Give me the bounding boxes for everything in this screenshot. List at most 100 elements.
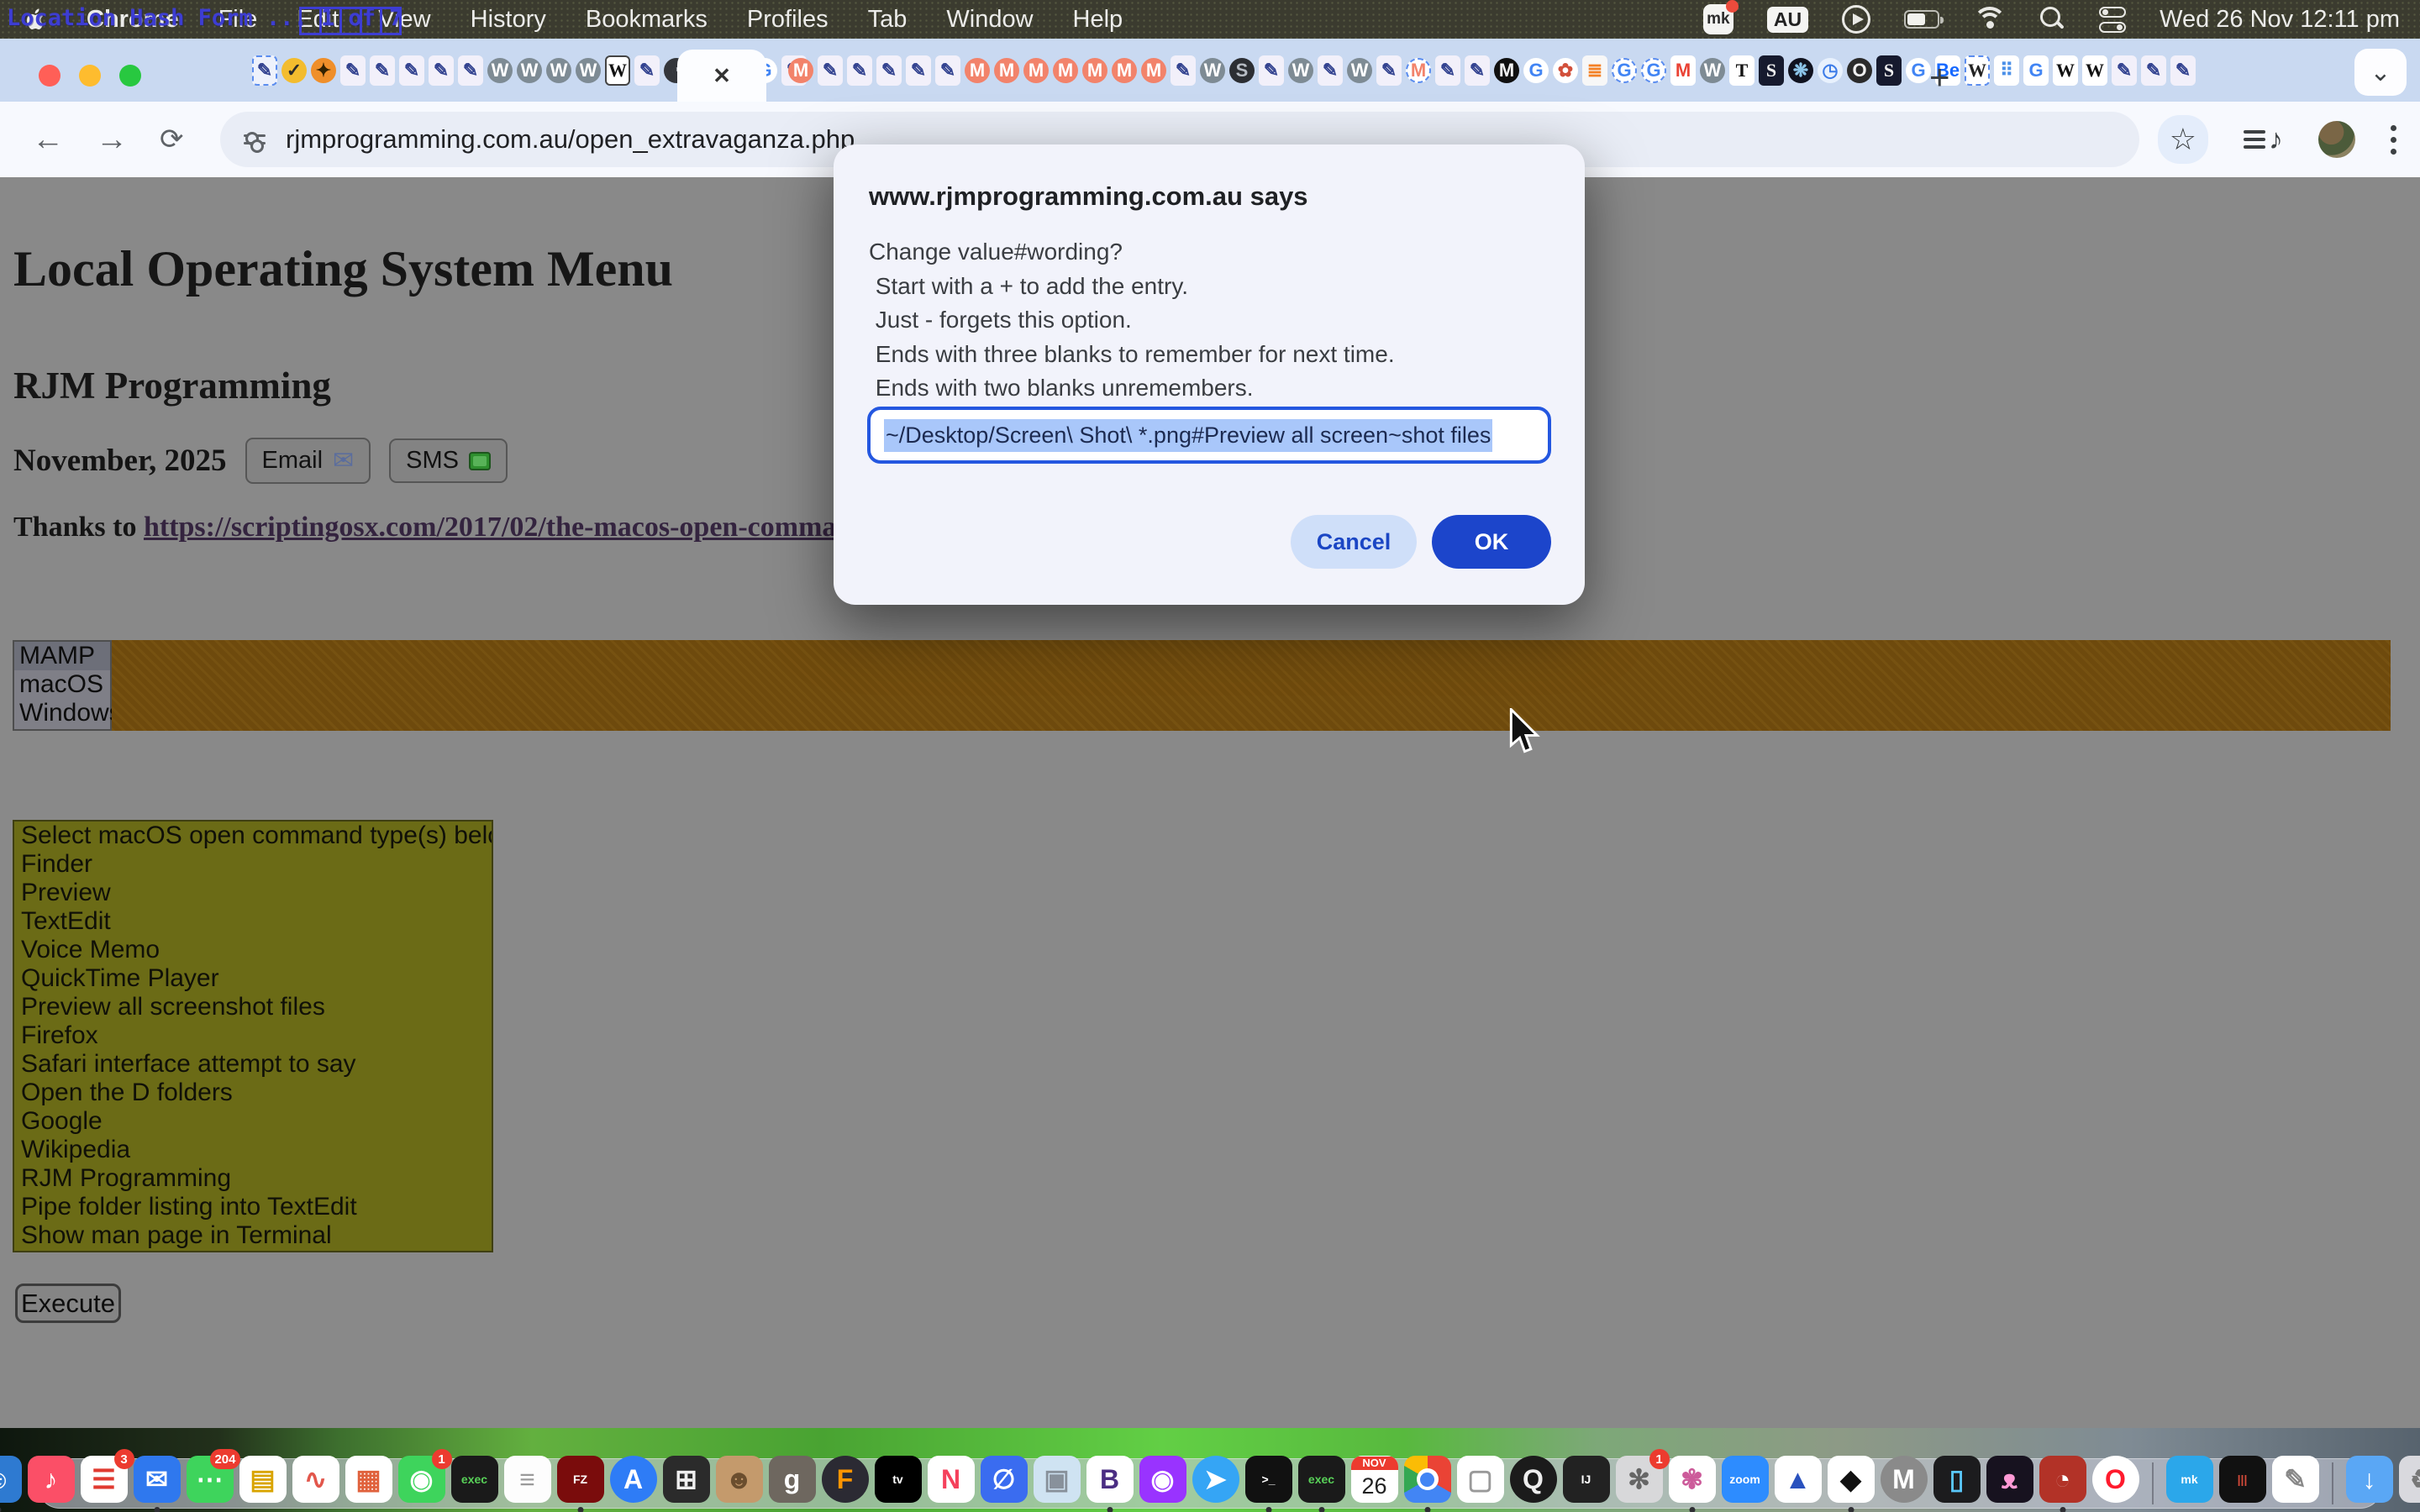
dock-icon-calculator[interactable]: ⊞ xyxy=(663,1456,710,1503)
menu-window[interactable]: Window xyxy=(946,6,1033,34)
menu-profiles[interactable]: Profiles xyxy=(747,6,829,34)
pinned-tab-favicon[interactable]: G xyxy=(1906,58,1931,83)
dock-icon-inkscape[interactable]: ◆ xyxy=(1828,1456,1875,1503)
pinned-tab-favicon[interactable]: ✎ xyxy=(1435,55,1460,86)
dock-icon-chart-app[interactable]: ∿ xyxy=(292,1456,339,1503)
dock-icon-messages[interactable]: ⋯204 xyxy=(187,1456,234,1503)
dock-icon-quicktime[interactable]: Q xyxy=(1510,1456,1557,1503)
dock-icon-no-sign[interactable]: ∅ xyxy=(981,1456,1028,1503)
pinned-tab-favicon[interactable]: M xyxy=(1112,58,1137,83)
prompt-input-field[interactable]: ~/Desktop/Screen\ Shot\ *.png#Preview al… xyxy=(867,407,1551,464)
dock-icon-contacts[interactable]: ☻ xyxy=(716,1456,763,1503)
dock-icon-notes-pencil[interactable]: ✎ xyxy=(2272,1456,2319,1503)
dock-icon-apple-tv[interactable]: tv xyxy=(875,1456,922,1503)
bookmark-star-wrap[interactable]: ☆ xyxy=(2158,115,2208,164)
dock-icon-podcasts[interactable]: ◉ xyxy=(1139,1456,1186,1503)
pinned-tab-favicon[interactable]: ✦ xyxy=(311,58,336,83)
dock-icon-opera[interactable]: O xyxy=(2092,1456,2139,1503)
pinned-tab-favicon[interactable]: ✎ xyxy=(818,55,843,86)
pinned-tab-favicon[interactable]: ✿ xyxy=(1553,58,1578,83)
dock-icon-music[interactable]: ♪ xyxy=(28,1456,75,1503)
pinned-tab-favicon[interactable]: ✎ xyxy=(1376,55,1402,86)
forward-icon[interactable]: → xyxy=(96,122,128,158)
os-option-macos[interactable]: macOS xyxy=(14,670,110,699)
dock-icon-photos-jar[interactable]: ▣ xyxy=(1034,1456,1081,1503)
close-tab-icon[interactable]: ✕ xyxy=(713,63,731,89)
os-select-list[interactable]: MAMPmacOSWindows xyxy=(13,640,112,731)
dock-icon-notes[interactable]: ▤ xyxy=(239,1456,287,1503)
dock-icon-filezilla[interactable]: FZ xyxy=(557,1456,604,1503)
spotlight-search-icon[interactable] xyxy=(2040,7,2065,32)
pinned-tab-favicon[interactable]: W xyxy=(605,55,630,86)
wifi-icon[interactable] xyxy=(1973,7,2007,32)
pinned-tab-favicon[interactable]: ✎ xyxy=(399,55,424,86)
dock-icon-intellij[interactable]: IJ xyxy=(1563,1456,1610,1503)
pinned-tab-favicon[interactable]: G xyxy=(1641,58,1666,83)
command-option[interactable]: Google xyxy=(14,1107,492,1136)
os-option-mamp[interactable]: MAMP xyxy=(14,642,110,670)
dock-icon-zoom[interactable]: zoom xyxy=(1722,1456,1769,1503)
control-center-icon[interactable] xyxy=(2099,7,2126,33)
url-text[interactable]: rjmprogramming.com.au/open_extravaganza.… xyxy=(286,124,855,155)
pinned-tab-favicon[interactable]: S xyxy=(1876,55,1902,86)
dock-icon-kaleidoscope[interactable]: ▲ xyxy=(1775,1456,1822,1503)
reload-icon[interactable]: ⟳ xyxy=(160,123,184,156)
command-option[interactable]: Preview all screenshot files xyxy=(14,993,492,1021)
pinned-tab-favicon[interactable]: ✎ xyxy=(1465,55,1490,86)
dock-icon-audio-app[interactable]: ||| xyxy=(2219,1456,2266,1503)
zoom-window-button[interactable] xyxy=(119,65,141,87)
command-option[interactable]: RJM Programming xyxy=(14,1164,492,1193)
command-option[interactable]: Wikipedia xyxy=(14,1136,492,1164)
dock-icon-facetime[interactable]: ◉1 xyxy=(398,1456,445,1503)
command-option[interactable]: Select macOS open command type(s) below … xyxy=(14,822,492,850)
dock-icon-finder[interactable]: ☺ xyxy=(0,1456,22,1503)
pinned-tab-favicon[interactable]: M xyxy=(1406,58,1431,83)
pinned-tab-favicon[interactable]: W xyxy=(1347,58,1372,83)
pinned-tab-favicon[interactable]: ✎ xyxy=(876,55,902,86)
scriptingosx-link[interactable]: https://scriptingosx.com/2017/02/the-mac… xyxy=(144,512,876,543)
pinned-tab-favicon[interactable]: W xyxy=(546,58,571,83)
command-option[interactable]: QuickTime Player xyxy=(14,964,492,993)
active-tab[interactable]: ✕ xyxy=(677,50,766,102)
pinned-tab-favicon[interactable]: M xyxy=(1023,58,1049,83)
pinned-tab-favicon[interactable]: G xyxy=(1523,58,1549,83)
close-window-button[interactable] xyxy=(39,65,60,87)
dock-icon-gauge[interactable]: ◔ xyxy=(2039,1456,2086,1503)
pinned-tab-favicon[interactable]: S xyxy=(1759,55,1784,86)
pinned-tab-favicon[interactable]: W xyxy=(576,58,601,83)
pinned-tab-favicon[interactable]: ❋ xyxy=(1788,58,1813,83)
dock-icon-exec-script-2[interactable]: exec xyxy=(1298,1456,1345,1503)
pinned-tab-favicon[interactable]: ✎ xyxy=(2170,55,2196,86)
pinned-tab-favicon[interactable]: O xyxy=(1847,58,1872,83)
dock-icon-calendar[interactable]: NOV26 xyxy=(1351,1456,1398,1503)
dock-icon-iphone-mirroring[interactable]: ▯ xyxy=(1933,1456,1981,1503)
pinned-tab-favicon[interactable]: ✎ xyxy=(340,55,366,86)
pinned-tab-favicon[interactable]: ✎ xyxy=(429,55,454,86)
input-source-badge[interactable]: AU xyxy=(1767,7,1808,33)
command-option[interactable]: Safari interface attempt to say xyxy=(14,1050,492,1079)
dock-icon-trash[interactable]: ♻ xyxy=(2399,1456,2420,1503)
pinned-tab-favicon[interactable]: M xyxy=(994,58,1019,83)
battery-icon[interactable] xyxy=(1904,10,1939,29)
minimize-window-button[interactable] xyxy=(79,65,101,87)
command-option[interactable]: Finder xyxy=(14,850,492,879)
tab-search-chevron-button[interactable]: ⌄ xyxy=(2354,49,2407,96)
pinned-tab-favicon[interactable]: W xyxy=(1200,58,1225,83)
pinned-tab-favicon[interactable]: M xyxy=(965,58,990,83)
pinned-tab-favicon[interactable]: M xyxy=(1141,58,1166,83)
pinned-tab-favicon[interactable]: S xyxy=(1229,58,1255,83)
now-playing-icon[interactable] xyxy=(1842,5,1870,34)
pinned-tab-favicon[interactable]: ≣ xyxy=(1582,55,1607,86)
pinned-tab-favicon[interactable]: W xyxy=(2053,55,2078,86)
dock-icon-libreoffice[interactable]: ▢ xyxy=(1457,1456,1504,1503)
mk-menubar-icon[interactable]: mk xyxy=(1703,4,1733,34)
dock-icon-gimp[interactable]: g xyxy=(769,1456,816,1503)
site-info-icon[interactable] xyxy=(244,134,266,144)
dock-icon-paint-palette[interactable]: ✾ xyxy=(1669,1456,1716,1503)
new-tab-button[interactable]: + xyxy=(1929,57,1950,97)
pinned-tab-favicon[interactable]: ✎ xyxy=(1259,55,1284,86)
pinned-tab-favicon[interactable]: M xyxy=(1670,55,1696,86)
command-option[interactable]: Voice Memo xyxy=(14,936,492,964)
media-controls-icon[interactable]: ♪ xyxy=(2244,123,2283,156)
pinned-tab-favicon[interactable]: G xyxy=(2023,55,2049,86)
